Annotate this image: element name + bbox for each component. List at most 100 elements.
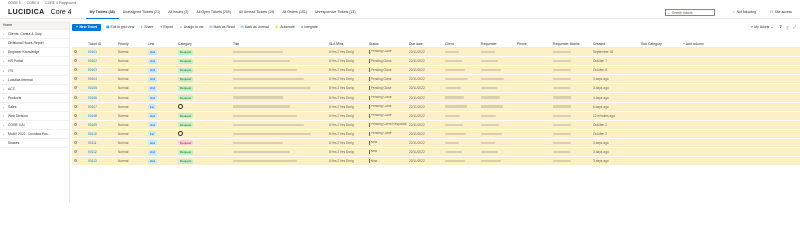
row-select[interactable] xyxy=(72,140,86,145)
column-header[interactable]: Client xyxy=(443,42,479,46)
title-cell[interactable] xyxy=(231,77,327,81)
ticket-id-link[interactable]: 00111 xyxy=(88,141,96,145)
view-selector[interactable]: ≡ My tickets ⌄ xyxy=(749,25,775,29)
title-cell[interactable] xyxy=(231,68,327,72)
row-select[interactable] xyxy=(72,95,86,100)
row-checkbox[interactable] xyxy=(74,113,77,117)
command-button[interactable]: ⇥ Export xyxy=(157,25,175,29)
table-row[interactable]: 00104 Normal 2nd Request 8 Hrs 2 Hrs Dorig Pe… xyxy=(72,75,800,85)
row-checkbox[interactable] xyxy=(74,150,77,154)
tab-view[interactable]: All Orders (151) xyxy=(278,6,311,19)
column-header[interactable]: Priority xyxy=(116,42,146,46)
sidebar-item[interactable]: › MoAV 2022 - Lucidica Pus... xyxy=(0,130,69,140)
site-access-button[interactable]: ⚇ Site access xyxy=(770,10,792,14)
column-header[interactable]: Phone xyxy=(515,42,551,46)
fullscreen-icon[interactable]: ⤢ xyxy=(793,25,796,29)
row-checkbox[interactable] xyxy=(74,68,77,72)
table-row[interactable]: 00102 Normal 2nd Request 8 Hrs 2 Hrs Dorig Pe… xyxy=(72,57,800,67)
sidebar-item[interactable]: › CORE 4 AI xyxy=(0,121,69,131)
command-button[interactable]: ⧉ Integrate xyxy=(299,25,320,29)
table-row[interactable]: 00101 Normal 2nd Request 8 Hrs 2 Hrs Dorig Pe… xyxy=(72,48,800,58)
ticket-id-link[interactable]: 00113 xyxy=(88,159,97,163)
column-header[interactable]: Due date xyxy=(407,42,443,46)
table-row[interactable]: 00113 Normal 2nd Request 8 Hrs 2 Hrs Dorig Ne… xyxy=(72,157,800,167)
ticket-id-link[interactable]: 00105 xyxy=(88,86,97,90)
ticket-id-link[interactable]: 00112 xyxy=(88,150,97,154)
ticket-id-link[interactable]: 00102 xyxy=(88,59,97,63)
site-link[interactable]: CORE 6 xyxy=(27,1,40,5)
row-select[interactable] xyxy=(72,159,86,163)
row-checkbox[interactable] xyxy=(74,86,77,90)
command-button[interactable]: ✉ Mark as Read xyxy=(208,25,237,29)
row-checkbox[interactable] xyxy=(74,50,77,54)
column-header[interactable]: Sub Category xyxy=(639,42,681,46)
command-button[interactable]: ⇪ Share xyxy=(138,25,155,29)
ticket-id-link[interactable]: 00106 xyxy=(88,96,97,100)
table-row[interactable]: 00111 Normal 2nd Request 8 Hrs 2 Hrs Dorig Ne… xyxy=(72,138,800,149)
sidebar-item[interactable]: › Lucidica Internal xyxy=(0,76,69,85)
title-cell[interactable] xyxy=(231,105,327,109)
title-cell[interactable] xyxy=(231,50,327,54)
title-cell[interactable] xyxy=(231,86,327,90)
site-link[interactable]: CORE 5 xyxy=(8,1,21,5)
new-ticket-button[interactable]: + New Ticket xyxy=(72,23,102,31)
column-header[interactable]: Requester xyxy=(479,42,515,46)
title-cell[interactable] xyxy=(231,150,327,154)
tab-view[interactable]: All Unread Tickets (19) xyxy=(235,6,278,19)
info-icon[interactable]: ⓘ xyxy=(786,25,789,30)
table-row[interactable]: 00109 Normal 2nd Request 8 Hrs 2 Hrs Dorig Pe… xyxy=(72,120,800,130)
sidebar-item[interactable]: › ACC xyxy=(0,85,69,94)
ticket-id-link[interactable]: 00101 xyxy=(88,50,97,54)
search-input[interactable]: ⌕ Search tickets xyxy=(665,9,715,16)
tab-view[interactable]: Unresponsive Tickets (13) xyxy=(311,6,359,19)
command-button[interactable]: ✉ Mark as Unread xyxy=(239,25,271,29)
title-cell[interactable] xyxy=(231,132,327,136)
command-button[interactable]: ☺ Assign to me xyxy=(177,25,205,29)
row-checkbox[interactable] xyxy=(74,59,77,63)
row-select[interactable] xyxy=(72,50,86,54)
sidebar-item[interactable]: › Products xyxy=(0,94,69,103)
sidebar-item[interactable]: Home xyxy=(0,21,69,31)
row-checkbox[interactable] xyxy=(74,95,77,99)
column-header[interactable]: Created xyxy=(591,42,639,46)
sidebar-item[interactable]: › Web Division xyxy=(0,112,69,122)
row-select[interactable] xyxy=(72,59,86,63)
sidebar-item[interactable]: › Sales xyxy=(0,103,69,112)
ticket-id-link[interactable]: 00109 xyxy=(88,123,97,127)
column-header[interactable]: Line xyxy=(146,42,176,46)
column-header[interactable]: Ticket ID xyxy=(86,42,116,46)
sidebar-item[interactable]: Shakes xyxy=(0,139,69,149)
command-button[interactable]: ▦ Edit in grid view xyxy=(104,25,136,29)
title-cell[interactable] xyxy=(231,114,327,118)
row-select[interactable] xyxy=(72,68,86,72)
sidebar-item[interactable]: › Engineer Knowledge xyxy=(0,48,69,58)
follow-button[interactable]: ☆ Not following xyxy=(732,10,756,14)
tab-view[interactable]: All Open Tickets (209) xyxy=(192,6,234,19)
column-header[interactable]: Status xyxy=(367,42,407,46)
row-select[interactable] xyxy=(72,113,86,118)
sidebar-item[interactable]: Divisional Hours Report xyxy=(0,39,69,49)
sidebar-item[interactable]: › ITS xyxy=(0,66,69,76)
row-checkbox[interactable] xyxy=(74,77,77,81)
ticket-id-link[interactable]: 00108 xyxy=(88,114,97,118)
site-link[interactable]: CORE 4 Playground xyxy=(45,1,76,5)
column-header[interactable]: + Add column xyxy=(681,42,741,46)
ticket-id-link[interactable]: 00107 xyxy=(88,105,97,109)
filter-icon[interactable]: ⊽ xyxy=(779,25,781,29)
table-row[interactable]: 00108 Normal 2nd Request 8 Hrs 2 Hrs Dorig Pe… xyxy=(72,111,800,121)
ticket-id-link[interactable]: 00104 xyxy=(88,77,97,81)
row-checkbox[interactable] xyxy=(74,122,77,126)
ticket-id-link[interactable]: 00103 xyxy=(88,68,97,72)
title-cell[interactable] xyxy=(231,141,327,145)
table-row[interactable]: 00112 Normal 2nd Request 8 Hrs 2 Hrs Dorig Ne… xyxy=(72,148,800,158)
row-select[interactable] xyxy=(72,122,86,127)
row-checkbox[interactable] xyxy=(74,159,77,163)
column-header[interactable]: Requester Mobile xyxy=(551,42,591,46)
tab-view[interactable]: My Tickets (38) xyxy=(85,6,119,19)
command-button[interactable]: ⚡ Automate xyxy=(273,25,297,29)
row-select[interactable] xyxy=(72,86,86,90)
column-header[interactable]: SLA Mins xyxy=(327,42,367,46)
table-row[interactable]: 00105 Normal 2nd Request 8 Hrs 2 Hrs Dorig Pe… xyxy=(72,84,800,94)
row-checkbox[interactable] xyxy=(74,131,77,135)
table-row[interactable]: 00106 Normal 2nd Request 8 Hrs 2 Hrs Dorig Pe… xyxy=(72,93,800,103)
